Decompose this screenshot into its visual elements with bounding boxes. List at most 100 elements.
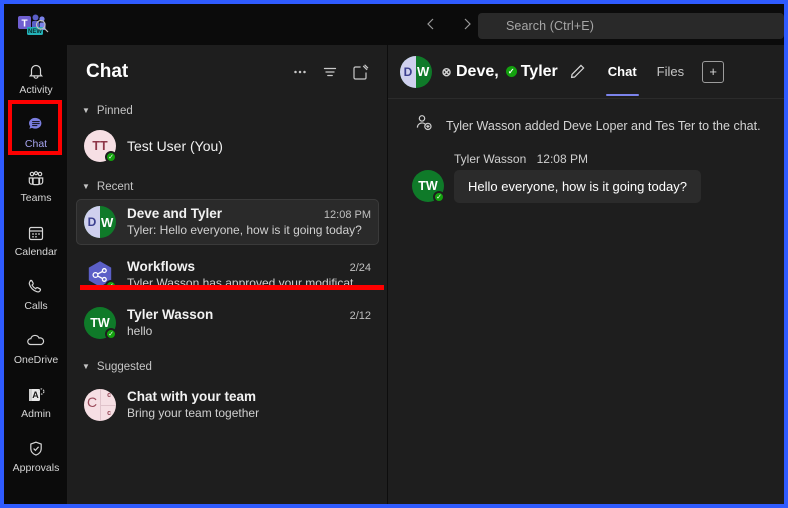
list-item[interactable]: ✓ Workflows 2/24 Tyler Wasson has approv… <box>76 252 379 298</box>
list-item[interactable]: TT ✓ Test User (You) <box>76 123 379 169</box>
message-meta: Tyler Wasson 12:08 PM <box>454 152 770 166</box>
group-header-pinned[interactable]: ▼ Pinned <box>68 99 387 123</box>
avatar: C c c <box>84 389 116 421</box>
chevron-down-icon: ▼ <box>82 362 90 371</box>
calendar-icon <box>25 222 47 244</box>
sidebar-item-chat[interactable]: Chat <box>4 105 68 159</box>
conversation-pane: D W ⊗ Deve, ✓ Tyler Chat Files + Tyler W… <box>388 45 784 504</box>
chevron-down-icon: ▼ <box>82 106 90 115</box>
list-item[interactable]: C c c Chat with your team Bring your tea… <box>76 382 379 428</box>
participant-deve[interactable]: ⊗ Deve, <box>441 62 499 81</box>
add-tab-button[interactable]: + <box>702 60 725 83</box>
list-item-name: Deve and Tyler <box>127 205 223 221</box>
sidebar-item-label: Calendar <box>14 246 58 258</box>
list-item[interactable]: TW ✓ Tyler Wasson 2/12 hello <box>76 300 379 346</box>
sidebar-item-label: Activity <box>19 84 53 96</box>
avatar-initial-right: W <box>101 214 114 230</box>
search-bar[interactable]: Search (Ctrl+E) <box>478 13 784 39</box>
avatar-initial-small-1: c <box>107 392 111 399</box>
avatar: D W <box>84 206 116 238</box>
avatar: D W <box>400 55 432 88</box>
conversation-body: Tyler Wasson added Deve Loper and Tes Te… <box>388 99 784 203</box>
list-item-text: Chat with your team Bring your team toge… <box>127 389 371 422</box>
list-item-text: Test User (You) <box>127 138 371 154</box>
avatar-initial-left: D <box>400 55 416 88</box>
list-item-preview: Bring your team together <box>127 405 260 420</box>
teams-people-icon <box>25 168 47 190</box>
list-item-name: Test User (You) <box>127 138 223 154</box>
message-time: 12:08 PM <box>536 152 588 166</box>
person-add-icon <box>414 113 434 138</box>
message-row: TW ✓ Hello everyone, how is it going tod… <box>402 170 770 203</box>
avatar: TW ✓ <box>412 170 445 203</box>
presence-badge-available: ✓ <box>433 191 445 203</box>
avatar: TT ✓ <box>84 130 117 163</box>
sidebar-item-calls[interactable]: Calls <box>4 267 68 321</box>
pencil-icon[interactable] <box>566 60 590 84</box>
presence-badge-available: ✓ <box>105 151 117 163</box>
sidebar-item-label: Teams <box>20 192 52 204</box>
filter-icon[interactable] <box>315 58 345 86</box>
group-label: Pinned <box>96 105 133 117</box>
chat-list-panel: Chat ▼ Pinned TT ✓ Test User (You) ▼ Rec… <box>68 45 388 504</box>
system-message: Tyler Wasson added Deve Loper and Tes Te… <box>402 113 770 138</box>
group-header-recent[interactable]: ▼ Recent <box>68 175 387 199</box>
sidebar-item-label: Calls <box>24 300 48 312</box>
approvals-shield-icon <box>25 438 47 460</box>
avatar-split: D W <box>400 55 432 88</box>
blocked-status-icon: ⊗ <box>441 64 452 79</box>
system-message-text: Tyler Wasson added Deve Loper and Tes Te… <box>446 118 761 133</box>
participant-name: Deve, <box>456 62 499 80</box>
chat-list-header: Chat <box>68 45 387 99</box>
avatar-split: D W <box>84 206 116 238</box>
svg-text:A: A <box>32 390 39 400</box>
group-header-suggested[interactable]: ▼ Suggested <box>68 355 387 379</box>
list-item-preview: hello <box>127 323 153 338</box>
tab-files[interactable]: Files <box>655 60 686 83</box>
teams-window: T NEW Search (Ctrl+E) Activity Chat Team… <box>4 4 784 504</box>
compose-icon[interactable] <box>345 58 375 86</box>
available-status-icon: ✓ <box>505 66 517 77</box>
message-sender: Tyler Wasson <box>454 152 527 166</box>
participant-name: Tyler <box>520 62 558 80</box>
sidebar-item-teams[interactable]: Teams <box>4 159 68 213</box>
participant-tyler[interactable]: ✓ Tyler <box>505 62 558 81</box>
back-button[interactable] <box>416 10 446 38</box>
svg-text:T: T <box>21 19 27 30</box>
message-bubble[interactable]: Hello everyone, how is it going today? <box>454 170 701 203</box>
selected-chat-annotation-bar <box>80 285 384 290</box>
list-item-time: 2/12 <box>349 309 371 322</box>
page-title: Chat <box>86 61 129 82</box>
title-bar: T NEW Search (Ctrl+E) <box>4 4 784 45</box>
sidebar-item-approvals[interactable]: Approvals <box>4 429 68 483</box>
list-item[interactable]: D W Deve and Tyler 12:08 PM Tyler: Hello… <box>76 199 379 245</box>
admin-icon: A <box>25 384 47 406</box>
sidebar-item-admin[interactable]: A Admin <box>4 375 68 429</box>
sidebar-item-label: Approvals <box>12 462 60 474</box>
sidebar-item-onedrive[interactable]: OneDrive <box>4 321 68 375</box>
tab-chat[interactable]: Chat <box>605 60 639 96</box>
chat-bubble-icon <box>25 114 47 136</box>
list-item-preview: Tyler: Hello everyone, how is it going t… <box>127 222 362 237</box>
avatar-quad: C c c <box>84 389 116 421</box>
list-item-time: 2/24 <box>349 261 371 274</box>
list-item-text: Tyler Wasson 2/12 hello <box>127 307 371 340</box>
sidebar-item-calendar[interactable]: Calendar <box>4 213 68 267</box>
search-icon <box>34 18 50 34</box>
bell-icon <box>25 60 47 82</box>
group-label: Suggested <box>96 361 152 373</box>
more-options-icon[interactable] <box>285 58 315 86</box>
list-item-name: Chat with your team <box>127 388 257 404</box>
list-item-name: Workflows <box>127 258 196 274</box>
avatar-initial-main: C <box>87 394 98 410</box>
cloud-icon <box>25 330 47 352</box>
search-placeholder: Search (Ctrl+E) <box>506 19 594 33</box>
avatar-initial-left: D <box>84 206 100 238</box>
avatar: TW ✓ <box>84 307 117 340</box>
conversation-participants: ⊗ Deve, ✓ Tyler <box>441 62 558 81</box>
app-rail: Activity Chat Teams Calendar Calls OneDr… <box>4 45 68 504</box>
list-item-text: Deve and Tyler 12:08 PM Tyler: Hello eve… <box>127 206 371 239</box>
sidebar-item-label: Chat <box>24 138 48 150</box>
phone-icon <box>25 276 47 298</box>
sidebar-item-activity[interactable]: Activity <box>4 51 68 105</box>
